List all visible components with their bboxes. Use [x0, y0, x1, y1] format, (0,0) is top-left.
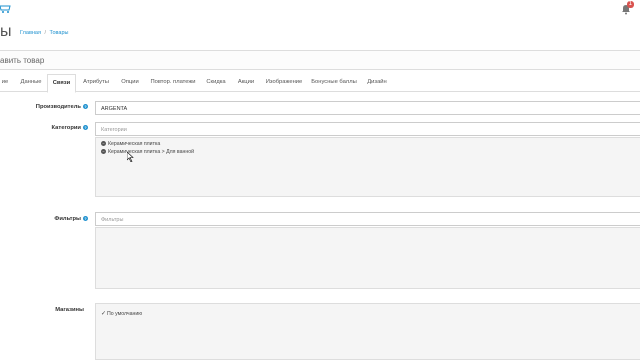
breadcrumb-separator: / [44, 30, 46, 36]
panel-heading: авить товар [0, 50, 640, 70]
tab-options[interactable]: Опции [118, 74, 142, 90]
tab-discount[interactable]: Скидка [204, 74, 228, 90]
shopping-cart-icon[interactable] [0, 4, 16, 14]
stores-label: Магазины [55, 307, 84, 313]
tab-special[interactable]: Акции [235, 74, 257, 90]
breadcrumb: Главная / Товары [20, 30, 68, 36]
categories-list: − Керамическая плитка − Керамическая плитк… [95, 137, 640, 197]
breadcrumb-home[interactable]: Главная [20, 30, 41, 36]
tab-recurring[interactable]: Повтор. платежи [150, 74, 196, 90]
categories-label: Категории? [51, 125, 88, 132]
checkbox-checked-icon[interactable]: ✓ [101, 311, 106, 317]
tab-general[interactable]: ие [0, 74, 10, 90]
help-icon: ? [83, 125, 88, 130]
tab-image[interactable]: Изображение [264, 74, 304, 90]
minus-circle-icon[interactable]: − [101, 141, 106, 147]
tab-attributes[interactable]: Атрибуты [80, 74, 112, 90]
top-navbar: 1 [0, 0, 640, 19]
page-header: ы Главная / Товары [0, 18, 640, 50]
category-item: − Керамическая плитка > Для ванной [101, 149, 195, 155]
manufacturer-input[interactable]: ARGENTA [95, 101, 640, 115]
alert-button[interactable]: 1 [620, 1, 634, 15]
tab-data[interactable]: Данные [16, 74, 46, 90]
help-icon: ? [83, 104, 88, 109]
panel-title: авить товар [0, 56, 45, 65]
filters-label: Фильтры? [54, 216, 88, 223]
manufacturer-label: Производитель? [35, 104, 88, 111]
categories-input[interactable]: Категории [95, 122, 640, 136]
category-item: − Керамическая плитка [101, 141, 161, 147]
mouse-pointer-icon [127, 152, 134, 162]
tab-bar: ие Данные Связи Атрибуты Опции Повтор. п… [0, 74, 640, 93]
alert-count-badge: 1 [626, 1, 634, 8]
page-title: ы [0, 23, 12, 40]
stores-list: ✓По умолчанию [95, 303, 640, 360]
tab-design[interactable]: Дизайн [365, 74, 389, 90]
help-icon: ? [83, 216, 88, 221]
filters-input[interactable]: Фильтры [95, 212, 640, 226]
minus-circle-icon[interactable]: − [101, 149, 106, 155]
tab-links[interactable]: Связи [47, 74, 76, 93]
breadcrumb-products[interactable]: Товары [50, 30, 69, 36]
store-item: ✓По умолчанию [101, 311, 143, 317]
tab-reward-points[interactable]: Бонусные баллы [311, 74, 357, 90]
filters-list [95, 227, 640, 289]
